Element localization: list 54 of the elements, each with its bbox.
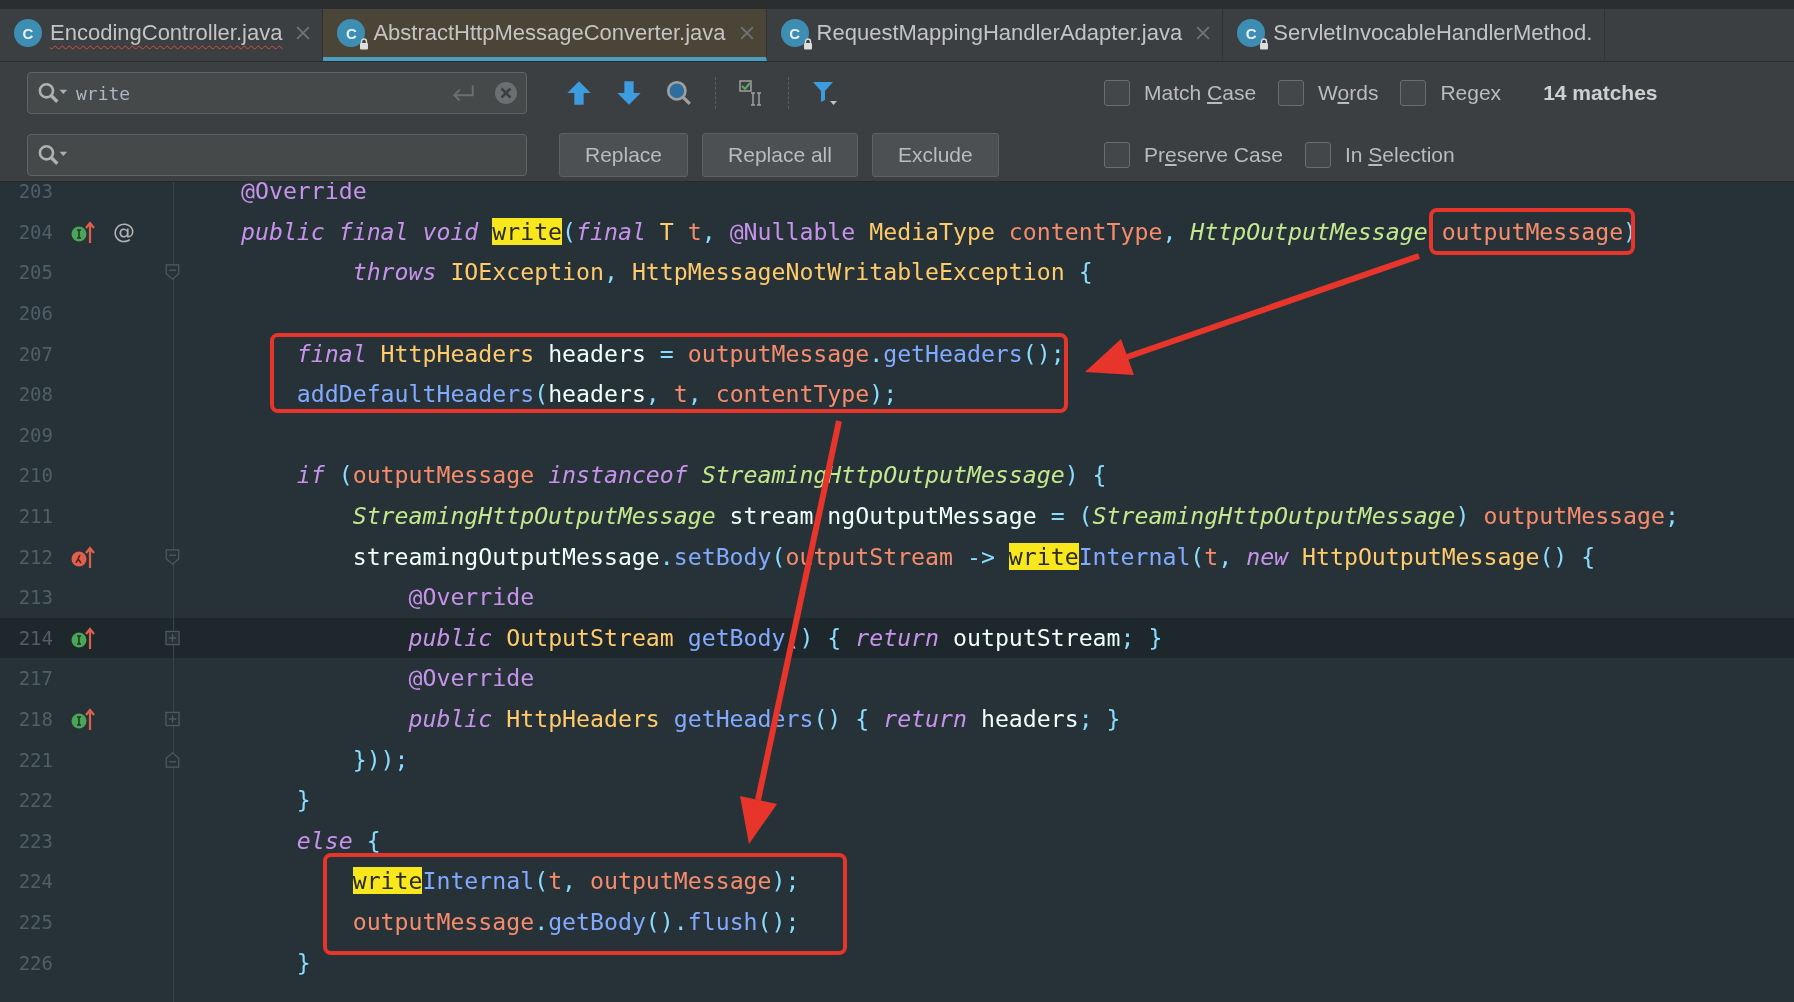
enter-icon — [450, 83, 476, 103]
code-line: final HttpHeaders headers = outputMessage.getHeaders(); — [295, 338, 1065, 369]
close-icon[interactable] — [739, 26, 754, 40]
code-line: @Override — [407, 663, 535, 694]
code-line: outputMessage.getBody().flush(); — [351, 907, 800, 937]
editor-tab[interactable]: C ServletInvocableHandlerMethod. — [1223, 9, 1606, 61]
close-icon[interactable] — [1196, 26, 1211, 40]
magnifier-icon[interactable] — [665, 79, 693, 107]
class-file-icon: C — [14, 19, 42, 47]
fold-icon[interactable] — [164, 264, 180, 281]
clear-icon[interactable] — [494, 81, 518, 105]
replace-all-button[interactable]: Replace all — [702, 133, 858, 177]
up-arrow-icon[interactable] — [565, 79, 593, 107]
close-icon[interactable] — [296, 26, 311, 40]
option-label: Preserve Case — [1144, 143, 1283, 167]
code-line: writeInternal(t, outputMessage); — [351, 866, 800, 897]
code-line: } — [295, 785, 311, 816]
checkbox[interactable] — [1104, 80, 1130, 106]
replace-button[interactable]: Replace — [559, 133, 689, 177]
override-marker-icon[interactable] — [70, 706, 96, 732]
code-line: throws IOException, HttpMessageNotWritableException { — [351, 257, 1093, 288]
replace-field[interactable] — [27, 134, 527, 176]
option-label: Regex — [1440, 81, 1502, 105]
class-file-icon: C — [1237, 19, 1266, 47]
match-count: 14 matches — [1543, 81, 1658, 105]
editor-tab[interactable]: C EncodingController.java — [0, 9, 324, 61]
option-label: Match Case — [1144, 81, 1257, 105]
option-label: In Selection — [1344, 143, 1455, 167]
expand-icon[interactable] — [164, 629, 180, 646]
class-file-icon: C — [337, 19, 366, 47]
fold-icon[interactable] — [164, 751, 180, 768]
checkbox[interactable] — [1400, 80, 1427, 106]
expand-icon[interactable] — [164, 711, 180, 727]
option-label: Words — [1318, 81, 1379, 105]
checkbox[interactable] — [1304, 142, 1331, 168]
editor-tab[interactable]: C RequestMappingHandlerAdapter.java — [766, 9, 1224, 61]
code-line: } — [295, 947, 311, 978]
code-line: else { — [295, 825, 381, 856]
code-line: })); — [351, 744, 409, 775]
code-line: @Override — [407, 582, 535, 613]
fold-icon[interactable] — [164, 548, 180, 565]
checkbox[interactable] — [1278, 80, 1305, 106]
exclude-button[interactable]: Exclude — [871, 133, 999, 177]
checkbox[interactable] — [1104, 142, 1130, 168]
line-number: 214 — [17, 626, 53, 649]
code-line: StreamingHttpOutputMessage stream ngOutputMessage = (StreamingHttpOutputMessage) outputMessage; — [351, 501, 1679, 532]
annotation-marker[interactable]: @ — [113, 219, 135, 245]
code-line: addDefaultHeaders(headers, t, contentType); — [295, 379, 898, 410]
editor-tab[interactable]: C AbstractHttpMessageConverter.java — [323, 9, 767, 61]
filter-icon[interactable] — [811, 79, 839, 107]
search-field[interactable]: write — [27, 72, 527, 114]
code-line: @Override — [241, 182, 367, 207]
class-file-icon: C — [780, 19, 809, 47]
down-arrow-icon[interactable] — [615, 79, 643, 107]
